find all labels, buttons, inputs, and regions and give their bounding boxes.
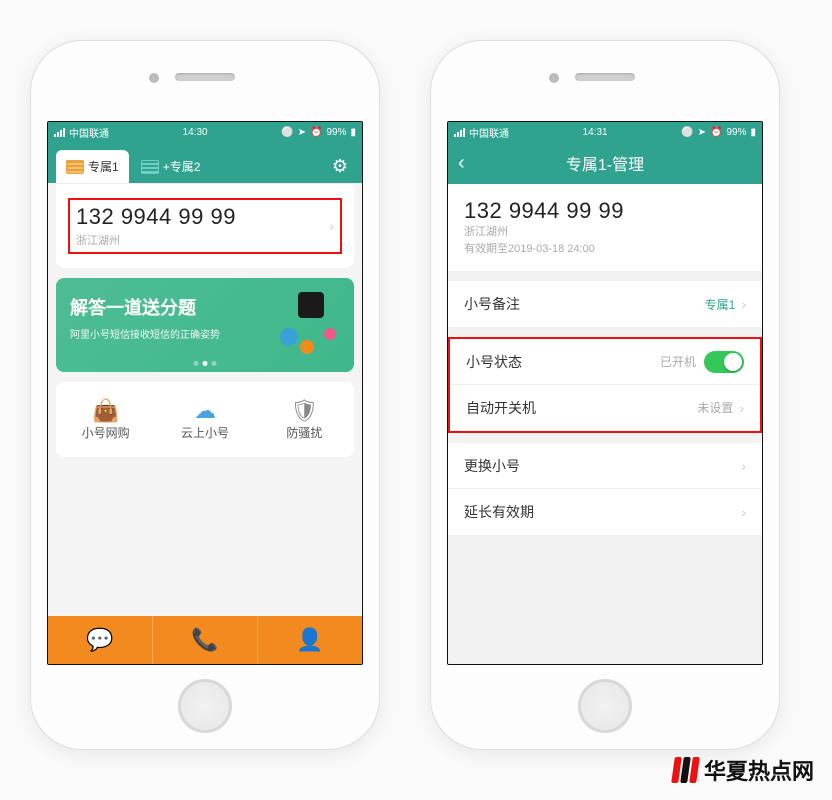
group-remark: 小号备注 专属1 › (448, 281, 762, 327)
phone-location: 浙江湖州 (464, 224, 746, 241)
feature-shopping[interactable]: 👜 小号网购 (56, 398, 155, 441)
phone-number: 132 9944 99 99 (76, 204, 334, 230)
camera-dot (549, 73, 559, 83)
watermark-text: 华夏热点网 (704, 754, 814, 786)
tab-slot1[interactable]: 专属1 (56, 150, 129, 183)
location-icon: ➤ (698, 127, 706, 138)
chevron-right-icon: › (739, 400, 744, 416)
feature-antispam-label: 防骚扰 (286, 426, 322, 440)
messages-icon: 💬 (86, 627, 113, 653)
battery-label: 99% (726, 127, 746, 138)
highlighted-status-group: 小号状态 已开机 自动开关机 未设置 › (448, 337, 762, 433)
watermark: 华夏热点网 (673, 754, 814, 786)
cloud-icon: ☁︎ (155, 398, 254, 424)
back-button[interactable]: ‹ (458, 152, 478, 175)
status-toggle-on[interactable] (704, 351, 744, 373)
feature-cloud[interactable]: ☁︎ 云上小号 (155, 398, 254, 441)
phone-icon: 📞 (191, 627, 218, 653)
main-content-1: 132 9944 99 99 浙江湖州 › 解答一道送分题 阿里小号短信接收短信… (48, 183, 362, 664)
row-status-value: 已开机 (660, 353, 696, 370)
camera-dot (149, 73, 159, 83)
messages-button[interactable]: 💬 (48, 616, 153, 664)
carrier-label: 中国联通 (69, 125, 109, 140)
phone-mockup-2: 中国联通 14:31 ⚪ ➤ ⏰ 99% ▮ ‹ 专属1-管理 132 9944… (430, 40, 780, 750)
row-status-label: 小号状态 (466, 352, 522, 372)
shield-icon: 🛡︎ (255, 398, 354, 424)
chevron-right-icon: › (741, 458, 746, 474)
number-section: 132 9944 99 99 浙江湖州 有效期至2019-03-18 24:00 (448, 184, 762, 271)
home-button[interactable] (578, 679, 632, 733)
row-change-label: 更换小号 (464, 456, 520, 476)
phone-number: 132 9944 99 99 (464, 198, 746, 224)
battery-icon: ▮ (350, 127, 356, 138)
status-time: 14:31 (583, 127, 608, 138)
phone-location: 浙江湖州 (76, 232, 334, 248)
screen-2: 中国联通 14:31 ⚪ ➤ ⏰ 99% ▮ ‹ 专属1-管理 132 9944… (447, 121, 763, 665)
carrier-label: 中国联通 (469, 125, 509, 140)
status-bar: 中国联通 14:31 ⚪ ➤ ⏰ 99% ▮ (448, 122, 762, 142)
row-extend[interactable]: 延长有效期 › (448, 489, 762, 535)
battery-label: 99% (326, 127, 346, 138)
number-card: 132 9944 99 99 浙江湖州 › (56, 183, 354, 268)
sim-icon (141, 160, 159, 174)
row-auto[interactable]: 自动开关机 未设置 › (450, 385, 760, 431)
chevron-right-icon: › (329, 218, 334, 234)
location-icon: ➤ (298, 127, 306, 138)
battery-icon: ▮ (750, 127, 756, 138)
page-header: ‹ 专属1-管理 (448, 142, 762, 184)
watermark-logo-icon (673, 757, 698, 783)
row-status[interactable]: 小号状态 已开机 (450, 339, 760, 385)
tab1-label: 专属1 (88, 158, 119, 175)
sim-icon (66, 160, 84, 174)
row-extend-label: 延长有效期 (464, 502, 534, 522)
bottom-action-bar: 💬 📞 👤 (48, 616, 362, 664)
expiry-text: 有效期至2019-03-18 24:00 (464, 241, 746, 258)
screen-1: 中国联通 14:30 ⚪ ➤ ⏰ 99% ▮ 专属1 +专属2 (47, 121, 363, 665)
row-auto-label: 自动开关机 (466, 398, 536, 418)
speaker-grill (175, 73, 235, 81)
group-actions: 更换小号 › 延长有效期 › (448, 443, 762, 535)
feature-cloud-label: 云上小号 (181, 426, 229, 440)
signal-icon (54, 128, 65, 137)
promo-banner[interactable]: 解答一道送分题 阿里小号短信接收短信的正确姿势 (56, 278, 354, 372)
phone-mockup-1: 中国联通 14:30 ⚪ ➤ ⏰ 99% ▮ 专属1 +专属2 (30, 40, 380, 750)
alarm-icon: ⏰ (310, 127, 322, 138)
main-content-2: 132 9944 99 99 浙江湖州 有效期至2019-03-18 24:00… (448, 184, 762, 664)
tab-slot2[interactable]: +专属2 (131, 150, 211, 183)
home-button[interactable] (178, 679, 232, 733)
highlighted-number-row[interactable]: 132 9944 99 99 浙江湖州 › (68, 198, 342, 254)
tab2-label: +专属2 (163, 158, 201, 175)
promo-illustration (274, 288, 344, 358)
signal-icon (454, 128, 465, 137)
contacts-icon: 👤 (296, 627, 323, 653)
bluetooth-icon: ⚪ (681, 127, 693, 138)
feature-shopping-label: 小号网购 (82, 426, 130, 440)
status-bar: 中国联通 14:30 ⚪ ➤ ⏰ 99% ▮ (48, 122, 362, 142)
row-auto-value: 未设置 (697, 399, 733, 416)
row-remark[interactable]: 小号备注 专属1 › (448, 281, 762, 327)
pager-dots (194, 361, 217, 366)
bag-icon: 👜 (56, 398, 155, 424)
alarm-icon: ⏰ (710, 127, 722, 138)
chevron-right-icon: › (741, 296, 746, 312)
contacts-button[interactable]: 👤 (258, 616, 362, 664)
feature-antispam[interactable]: 🛡︎ 防骚扰 (255, 398, 354, 441)
feature-row: 👜 小号网购 ☁︎ 云上小号 🛡︎ 防骚扰 (56, 382, 354, 457)
row-remark-label: 小号备注 (464, 294, 520, 314)
row-remark-value: 专属1 (705, 296, 736, 313)
page-title: 专属1-管理 (478, 151, 752, 175)
settings-icon[interactable]: ⚙ (332, 156, 348, 177)
status-time: 14:30 (183, 127, 208, 138)
bluetooth-icon: ⚪ (281, 127, 293, 138)
speaker-grill (575, 73, 635, 81)
row-change[interactable]: 更换小号 › (448, 443, 762, 489)
top-header-tabs: 专属1 +专属2 ⚙ (48, 142, 362, 183)
chevron-right-icon: › (741, 504, 746, 520)
call-button[interactable]: 📞 (153, 616, 258, 664)
